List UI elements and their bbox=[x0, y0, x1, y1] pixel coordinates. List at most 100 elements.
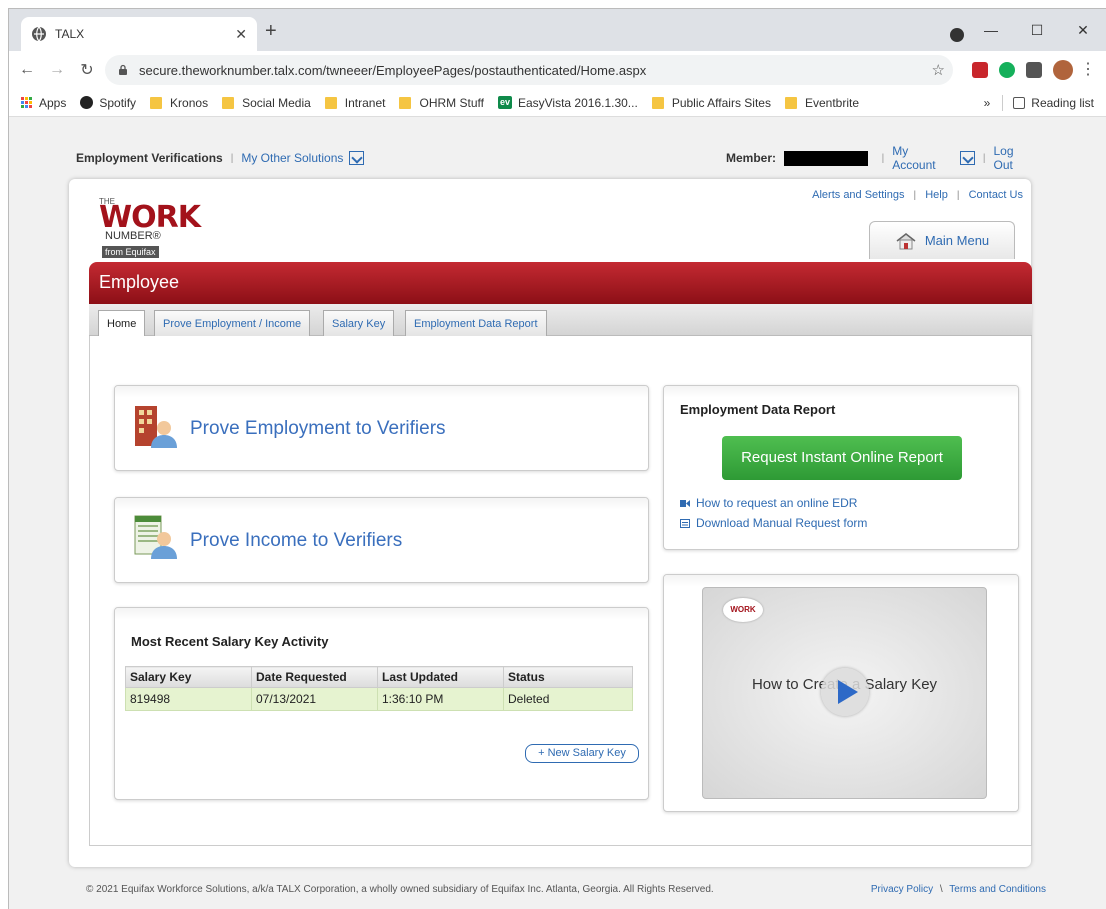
url-text: secure.theworknumber.talx.com/twneeer/Em… bbox=[139, 62, 647, 78]
column-header: Salary Key bbox=[125, 666, 252, 688]
main-menu-button[interactable]: Main Menu bbox=[869, 221, 1015, 259]
work-number-logo: THE WORK NUMBER® from Equifax bbox=[99, 197, 201, 258]
prove-employment-panel[interactable]: Prove Employment to Verifiers bbox=[114, 385, 649, 471]
easyvista-icon: ev bbox=[497, 96, 512, 109]
column-header: Status bbox=[503, 666, 633, 688]
request-instant-report-button[interactable]: Request Instant Online Report bbox=[722, 436, 962, 480]
contact-us-link[interactable]: Contact Us bbox=[969, 189, 1023, 201]
divider: | bbox=[982, 152, 986, 164]
minimize-icon[interactable]: — bbox=[968, 22, 1014, 38]
my-account-link[interactable]: My Account bbox=[892, 144, 954, 172]
video-logo: WORK bbox=[723, 598, 763, 622]
divider: | bbox=[956, 190, 960, 201]
extensions-icon[interactable] bbox=[1026, 62, 1042, 78]
forward-icon[interactable]: → bbox=[45, 61, 69, 79]
folder-icon bbox=[222, 96, 235, 109]
tab-salary-key[interactable]: Salary Key bbox=[323, 310, 395, 336]
grammarly-icon[interactable] bbox=[999, 62, 1015, 78]
folder-icon bbox=[399, 96, 412, 109]
utility-links: Alerts and Settings | Help | Contact Us bbox=[812, 189, 1023, 201]
office-building-icon bbox=[135, 406, 177, 448]
bookmarks-bar: Apps Spotify Kronos Social Media Intrane… bbox=[9, 89, 1106, 117]
browser-tab[interactable]: TALX ✕ bbox=[21, 17, 257, 51]
play-icon[interactable] bbox=[821, 668, 869, 716]
folder-icon bbox=[324, 96, 337, 109]
globe-icon bbox=[32, 26, 46, 42]
privacy-policy-link[interactable]: Privacy Policy bbox=[871, 884, 933, 895]
last-updated-cell: 1:36:10 PM bbox=[377, 687, 504, 711]
reload-icon[interactable]: ↻ bbox=[75, 60, 99, 80]
chevron-down-icon[interactable] bbox=[349, 151, 365, 165]
menu-icon[interactable]: ⋮ bbox=[1080, 59, 1096, 79]
browser-toolbar: ← → ↻ secure.theworknumber.talx.com/twne… bbox=[9, 51, 1106, 89]
bookmark-spotify[interactable]: Spotify bbox=[80, 96, 136, 110]
table-row[interactable]: 819498 07/13/2021 1:36:10 PM Deleted bbox=[125, 687, 633, 711]
employment-data-report-panel: Employment Data Report Request Instant O… bbox=[663, 385, 1019, 550]
bookmark-ohrm-stuff[interactable]: OHRM Stuff bbox=[399, 96, 484, 110]
window-close-icon[interactable]: ✕ bbox=[1060, 22, 1106, 39]
bookmark-easyvista[interactable]: ev EasyVista 2016.1.30... bbox=[497, 96, 638, 110]
tab-bar: Home Prove Employment / Income Salary Ke… bbox=[89, 304, 1032, 337]
folder-icon bbox=[150, 96, 163, 109]
prove-employment-link[interactable]: Prove Employment to Verifiers bbox=[190, 418, 446, 440]
address-bar[interactable]: secure.theworknumber.talx.com/twneeer/Em… bbox=[105, 55, 953, 85]
footer-links: Privacy Policy \ Terms and Conditions bbox=[871, 884, 1046, 895]
divider: | bbox=[230, 152, 234, 164]
prove-income-link[interactable]: Prove Income to Verifiers bbox=[190, 530, 402, 552]
divider: | bbox=[913, 190, 917, 201]
bookmarks-overflow[interactable]: » bbox=[984, 96, 991, 110]
tab-content: Prove Employment to Verifiers Prove Inco… bbox=[89, 336, 1032, 846]
avatar[interactable] bbox=[1053, 60, 1073, 80]
how-to-request-edr-link[interactable]: How to request an online EDR bbox=[680, 496, 857, 510]
tab-strip: TALX ✕ + — ☐ ✕ bbox=[9, 9, 1106, 51]
page: Employment Verifications | My Other Solu… bbox=[9, 118, 1106, 909]
page-title: Employee bbox=[89, 262, 1032, 304]
document-icon bbox=[680, 518, 690, 528]
alerts-settings-link[interactable]: Alerts and Settings bbox=[812, 189, 904, 201]
new-salary-key-button[interactable]: + New Salary Key bbox=[525, 744, 639, 763]
tab-home[interactable]: Home bbox=[98, 310, 146, 337]
column-header: Date Requested bbox=[251, 666, 378, 688]
salary-key-video[interactable]: WORK How to Create a Salary Key bbox=[702, 587, 987, 799]
terms-link[interactable]: Terms and Conditions bbox=[949, 884, 1046, 895]
main-card: Alerts and Settings | Help | Contact Us … bbox=[69, 179, 1032, 867]
bookmark-intranet[interactable]: Intranet bbox=[324, 96, 385, 110]
bookmark-eventbrite[interactable]: Eventbrite bbox=[784, 96, 859, 110]
divider: \ bbox=[939, 884, 943, 895]
tab-employment-data-report[interactable]: Employment Data Report bbox=[405, 310, 547, 336]
close-icon[interactable]: ✕ bbox=[235, 26, 247, 43]
bookmark-public-affairs[interactable]: Public Affairs Sites bbox=[651, 96, 771, 110]
date-requested-cell: 07/13/2021 bbox=[251, 687, 378, 711]
logout-link[interactable]: Log Out bbox=[994, 144, 1037, 172]
salary-key-activity-title: Most Recent Salary Key Activity bbox=[131, 634, 329, 649]
my-other-solutions-link[interactable]: My Other Solutions bbox=[241, 151, 343, 165]
bookmark-apps[interactable]: Apps bbox=[21, 96, 66, 110]
reading-list-icon bbox=[1013, 97, 1026, 109]
tab-title: TALX bbox=[55, 27, 85, 41]
profile-icon[interactable] bbox=[950, 28, 964, 42]
video-camera-icon bbox=[680, 499, 690, 507]
divider bbox=[1002, 95, 1004, 111]
status-cell: Deleted bbox=[503, 687, 633, 711]
bookmark-social-media[interactable]: Social Media bbox=[222, 96, 311, 110]
help-link[interactable]: Help bbox=[925, 189, 948, 201]
reading-list[interactable]: Reading list bbox=[1031, 96, 1094, 110]
spreadsheet-icon bbox=[134, 515, 177, 559]
chevron-down-icon[interactable] bbox=[959, 151, 975, 165]
top-strip: Employment Verifications | My Other Solu… bbox=[76, 144, 1036, 172]
pdf-extension-icon[interactable] bbox=[972, 62, 988, 78]
star-icon[interactable]: ☆ bbox=[932, 61, 945, 79]
column-header: Last Updated bbox=[377, 666, 504, 688]
back-icon[interactable]: ← bbox=[15, 61, 39, 79]
copyright-text: © 2021 Equifax Workforce Solutions, a/k/… bbox=[86, 884, 714, 895]
table-header-row: Salary Key Date Requested Last Updated S… bbox=[125, 666, 633, 688]
bookmark-kronos[interactable]: Kronos bbox=[150, 96, 208, 110]
prove-income-panel[interactable]: Prove Income to Verifiers bbox=[114, 497, 649, 583]
maximize-icon[interactable]: ☐ bbox=[1014, 22, 1060, 39]
footer: © 2021 Equifax Workforce Solutions, a/k/… bbox=[86, 884, 1046, 895]
download-manual-form-link[interactable]: Download Manual Request form bbox=[680, 516, 867, 530]
tab-prove-employment-income[interactable]: Prove Employment / Income bbox=[154, 310, 311, 336]
salary-key-table: Salary Key Date Requested Last Updated S… bbox=[125, 666, 633, 711]
salary-key-cell: 819498 bbox=[125, 687, 252, 711]
new-tab-icon[interactable]: + bbox=[265, 21, 277, 41]
